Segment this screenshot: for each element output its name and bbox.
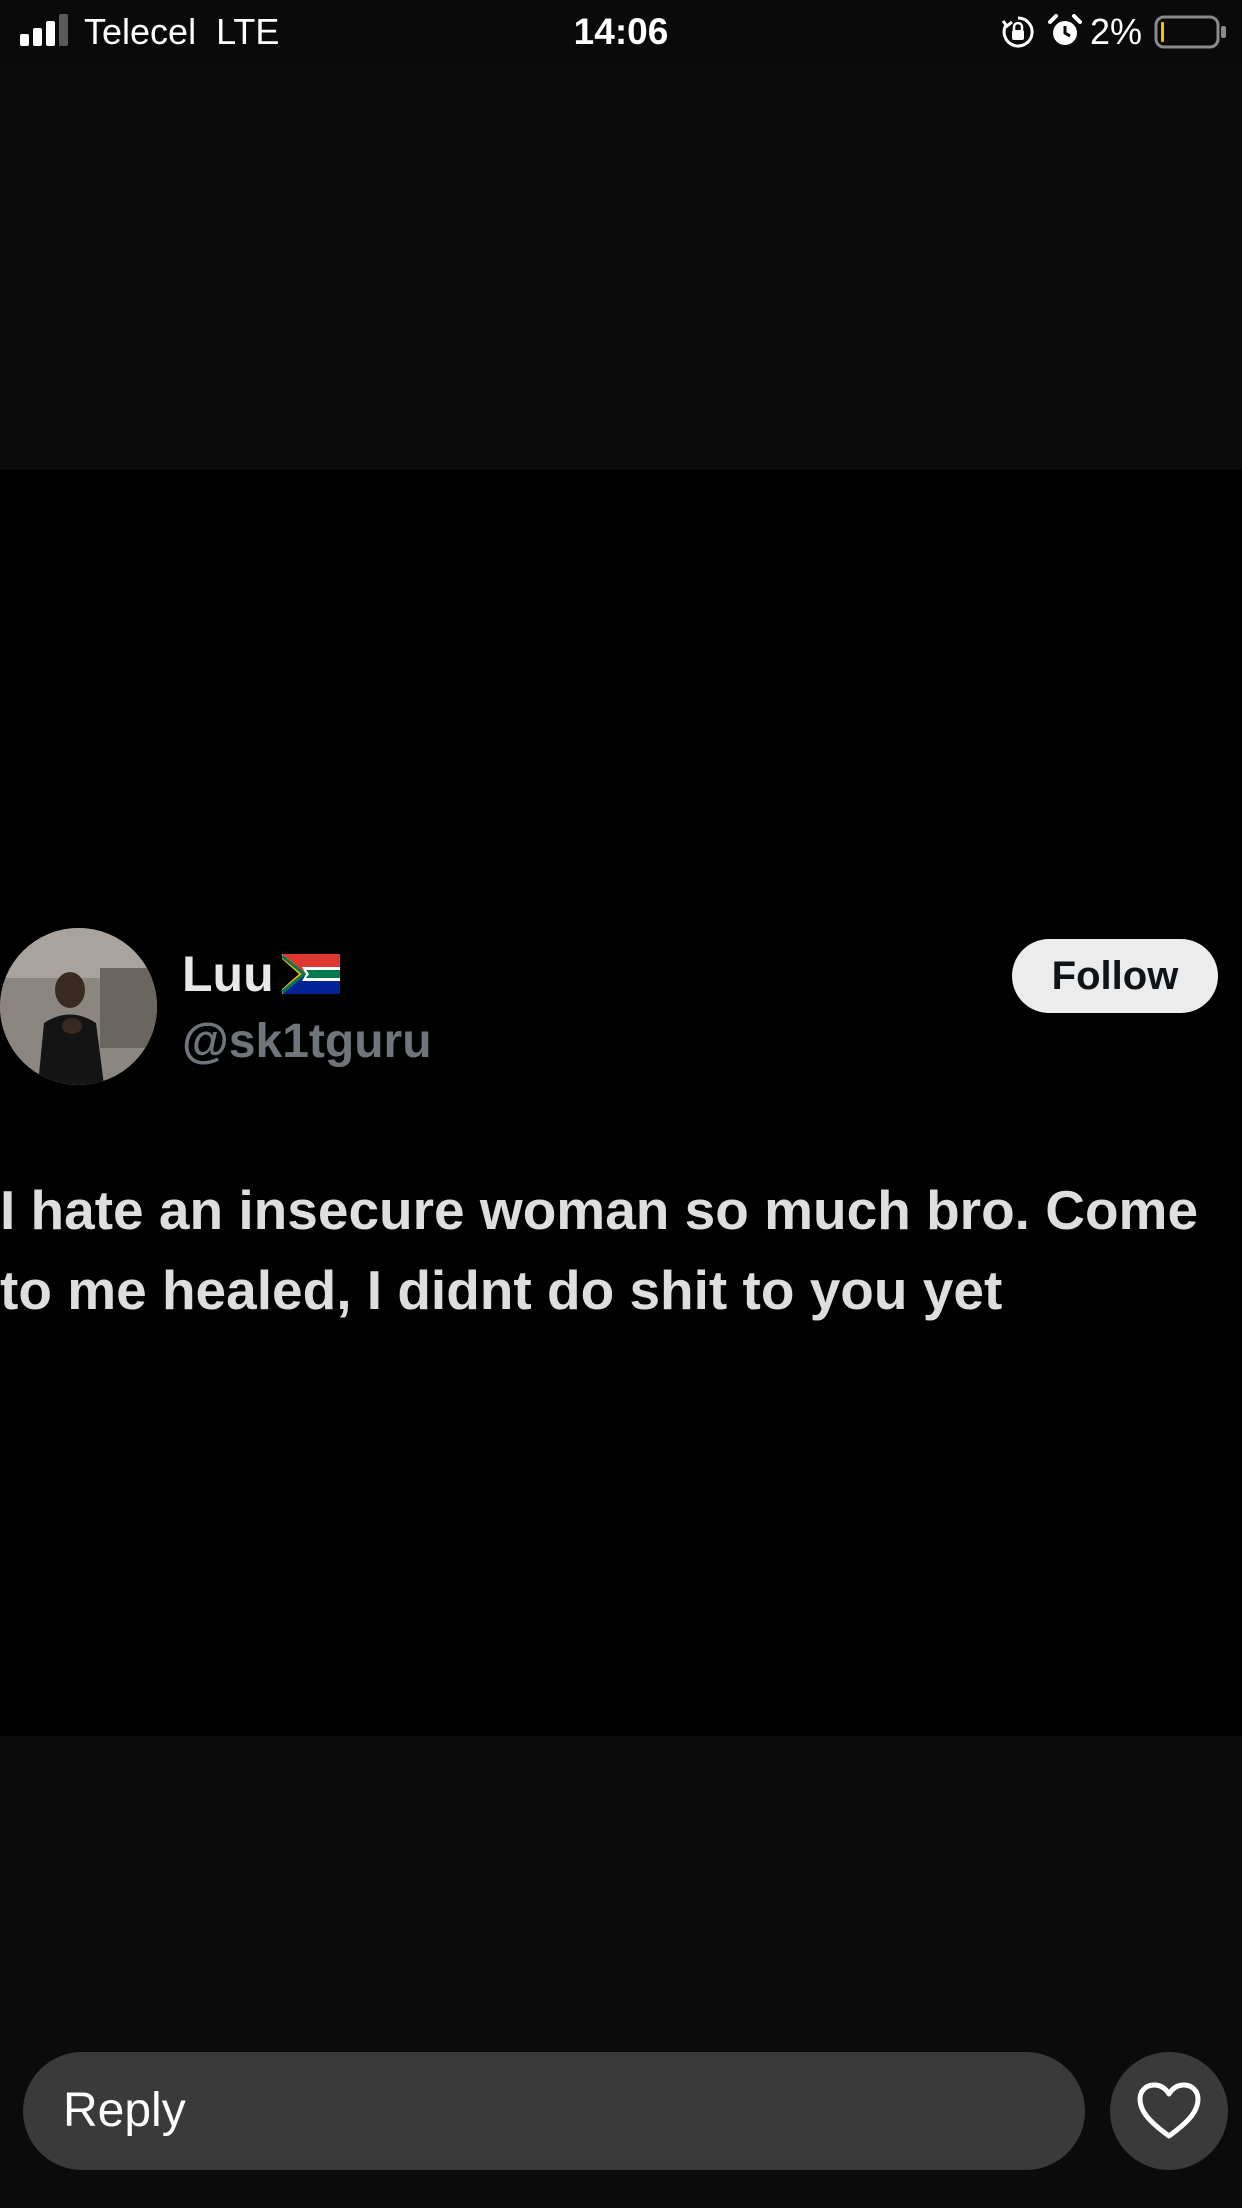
status-bar: Telecel LTE 14:06 2% [0, 0, 1242, 64]
orientation-lock-icon [1001, 16, 1034, 48]
top-background [0, 64, 1242, 470]
south-africa-flag-icon [281, 954, 340, 994]
tweet-screenshot-area [0, 470, 1242, 1736]
display-name-row: Luu [182, 944, 340, 1004]
reply-input[interactable]: Reply [23, 2052, 1085, 2170]
avatar[interactable] [0, 928, 157, 1085]
display-name: Luu [182, 946, 274, 1002]
tweet-text: I hate an insecure woman so much bro. Co… [0, 1179, 1199, 1321]
like-button[interactable] [1110, 2052, 1228, 2170]
reply-placeholder: Reply [63, 2084, 186, 2137]
alarm-icon [1048, 14, 1082, 45]
user-handle: @sk1tguru [182, 1015, 432, 1068]
battery-icon [1154, 15, 1226, 49]
follow-button[interactable]: Follow [1012, 939, 1218, 1013]
avatar-photo [0, 928, 157, 1085]
battery-percent: 2% [1090, 11, 1143, 52]
heart-icon [1137, 2082, 1201, 2139]
